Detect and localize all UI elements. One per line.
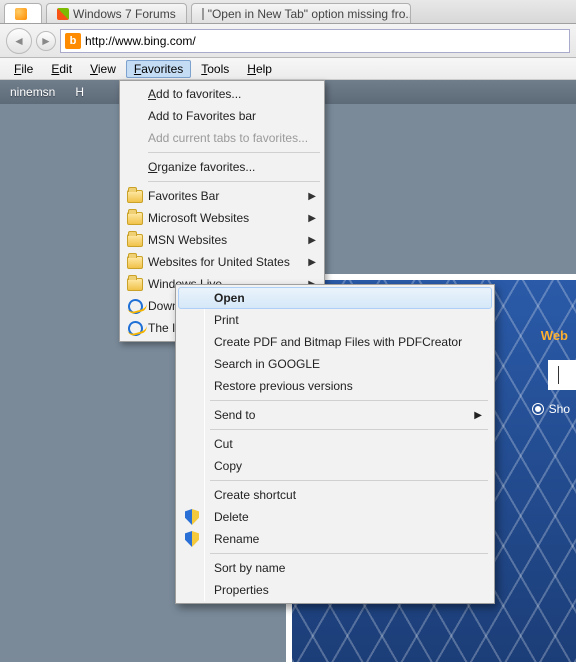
folder-icon <box>126 275 144 293</box>
ctx-sort-by-name[interactable]: Sort by name <box>178 557 492 579</box>
folder-icon <box>126 231 144 249</box>
bing-icon: b <box>65 33 81 49</box>
menu-tools[interactable]: Tools <box>193 60 237 78</box>
submenu-arrow-icon: ▶ <box>308 191 316 202</box>
fav-organize[interactable]: Organize favorites... <box>122 156 322 178</box>
ctx-search-google[interactable]: Search in GOOGLE <box>178 353 492 375</box>
tab-label: Windows 7 Forums <box>73 7 176 21</box>
menu-separator <box>210 480 488 481</box>
menu-view[interactable]: View <box>82 60 124 78</box>
fav-folder-label: Websites for United States <box>148 255 290 269</box>
ctx-label: Rename <box>214 532 259 546</box>
submenu-arrow-icon: ▶ <box>474 410 482 421</box>
fav-folder-us[interactable]: Websites for United States ▶ <box>122 251 322 273</box>
fav-add-current-tabs: Add current tabs to favorites... <box>122 127 322 149</box>
ctx-copy[interactable]: Copy <box>178 455 492 477</box>
show-results-option[interactable]: Sho <box>532 402 570 416</box>
context-menu: Open Print Create PDF and Bitmap Files w… <box>175 284 495 604</box>
folder-icon <box>126 187 144 205</box>
fav-folder-label: MSN Websites <box>148 233 227 247</box>
ctx-rename[interactable]: Rename <box>178 528 492 550</box>
shield-icon <box>183 508 201 526</box>
ctx-print[interactable]: Print <box>178 309 492 331</box>
tab-1[interactable] <box>4 3 42 23</box>
fav-folder-microsoft[interactable]: Microsoft Websites ▶ <box>122 207 322 229</box>
address-bar[interactable]: b <box>60 29 570 53</box>
submenu-arrow-icon: ▶ <box>308 257 316 268</box>
text-cursor <box>558 366 559 384</box>
shield-icon <box>183 530 201 548</box>
tab-label: "Open in New Tab" option missing fro... <box>208 7 411 21</box>
ctx-create-shortcut[interactable]: Create shortcut <box>178 484 492 506</box>
menu-file[interactable]: File <box>6 60 41 78</box>
fav-folder-label: Microsoft Websites <box>148 211 249 225</box>
ctx-send-to[interactable]: Send to ▶ <box>178 404 492 426</box>
folder-icon <box>126 253 144 271</box>
submenu-arrow-icon: ▶ <box>308 235 316 246</box>
fav-folder-label: Favorites Bar <box>148 189 219 203</box>
search-box[interactable] <box>548 360 576 390</box>
show-label-text: Sho <box>549 402 570 416</box>
ctx-cut[interactable]: Cut <box>178 433 492 455</box>
fav-link-label: The I <box>148 321 175 335</box>
back-arrow-icon: ◄ <box>13 34 25 48</box>
fav-add-to-favorites[interactable]: Add to favorites... <box>122 83 322 105</box>
tab-favicon <box>57 8 69 20</box>
ctx-create-pdf[interactable]: Create PDF and Bitmap Files with PDFCrea… <box>178 331 492 353</box>
fav-folder-favorites-bar[interactable]: Favorites Bar ▶ <box>122 185 322 207</box>
fav-folder-msn[interactable]: MSN Websites ▶ <box>122 229 322 251</box>
ctx-restore-previous[interactable]: Restore previous versions <box>178 375 492 397</box>
menu-edit[interactable]: Edit <box>43 60 80 78</box>
ie-icon <box>126 297 144 315</box>
submenu-arrow-icon: ▶ <box>308 213 316 224</box>
tab-favicon <box>202 8 204 20</box>
fav-add-to-favorites-bar[interactable]: Add to Favorites bar <box>122 105 322 127</box>
tab-3[interactable]: "Open in New Tab" option missing fro... <box>191 3 411 23</box>
menu-help[interactable]: Help <box>239 60 280 78</box>
menu-bar: File Edit View Favorites Tools Help <box>0 58 576 80</box>
ctx-label: Delete <box>214 510 249 524</box>
url-input[interactable] <box>85 34 565 48</box>
browser-tabs: Windows 7 Forums "Open in New Tab" optio… <box>0 0 576 24</box>
menu-separator <box>210 400 488 401</box>
folder-icon <box>126 209 144 227</box>
menu-separator <box>210 553 488 554</box>
toolbar-link-ninemsn[interactable]: ninemsn <box>10 85 55 99</box>
back-button[interactable]: ◄ <box>6 28 32 54</box>
menu-favorites[interactable]: Favorites <box>126 60 191 78</box>
ctx-properties[interactable]: Properties <box>178 579 492 601</box>
menu-separator <box>148 181 320 182</box>
forward-arrow-icon: ► <box>40 34 52 48</box>
forward-button[interactable]: ► <box>36 31 56 51</box>
ctx-delete[interactable]: Delete <box>178 506 492 528</box>
menu-separator <box>210 429 488 430</box>
web-scope-label[interactable]: Web <box>541 328 568 343</box>
ie-icon <box>126 319 144 337</box>
tab-2[interactable]: Windows 7 Forums <box>46 3 187 23</box>
ctx-open[interactable]: Open <box>178 287 492 309</box>
ctx-label: Send to <box>214 408 255 422</box>
radio-icon <box>532 403 544 415</box>
menu-separator <box>148 152 320 153</box>
toolbar-link-hotmail[interactable]: H <box>75 85 84 99</box>
tab-favicon <box>15 8 27 20</box>
address-bar-row: ◄ ► b <box>0 24 576 58</box>
